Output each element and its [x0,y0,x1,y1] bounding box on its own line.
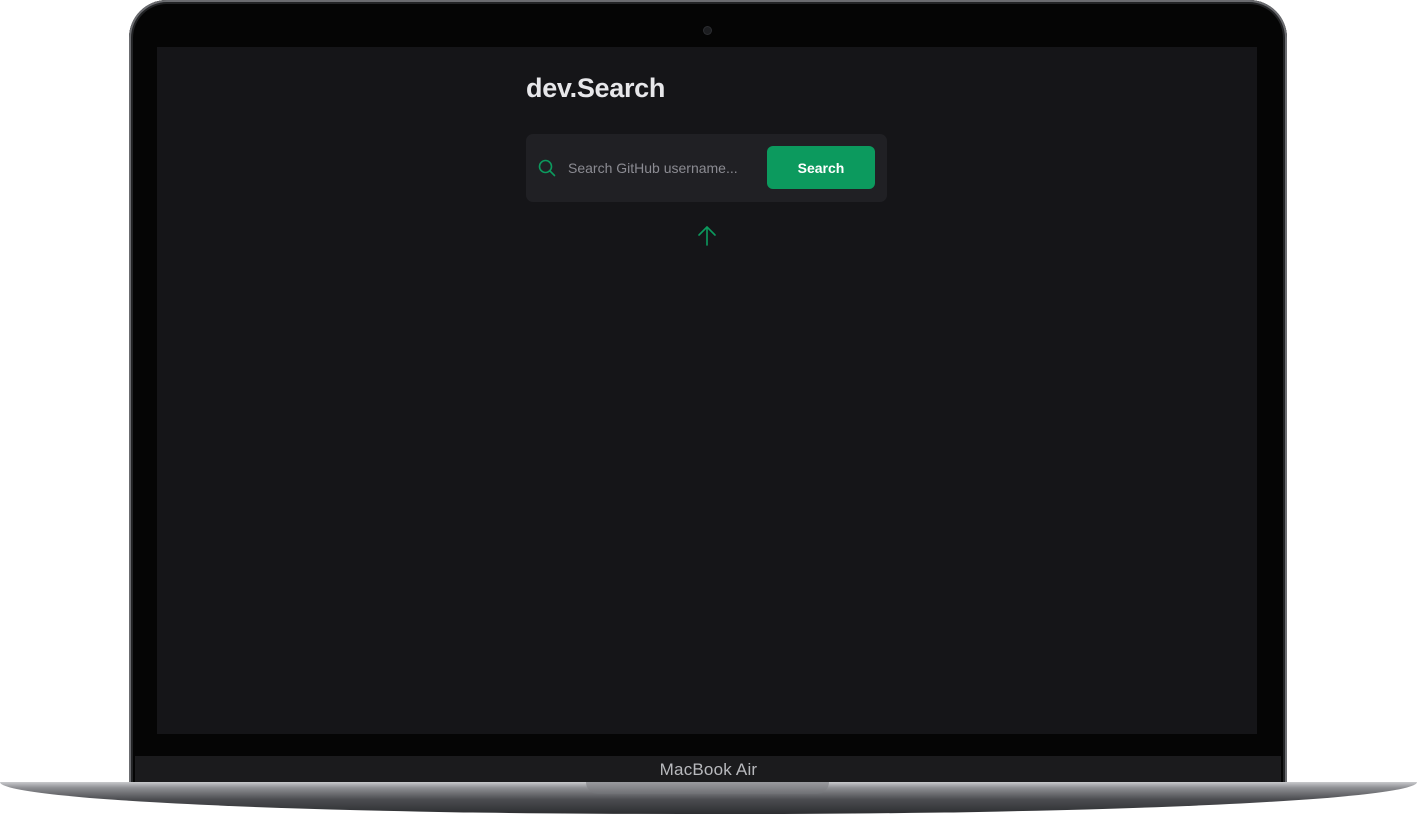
laptop-mockup: dev.Search Search MacBook Air [0,0,1417,814]
search-icon [538,159,556,177]
webcam [704,27,711,34]
search-bar: Search [526,134,887,202]
search-button[interactable]: Search [767,146,875,189]
app-screen: dev.Search Search [157,47,1257,734]
device-label: MacBook Air [659,760,758,779]
search-input[interactable] [568,154,758,182]
app-title: dev.Search [526,73,666,103]
arrow-up-icon [696,224,718,248]
laptop-notch [586,782,829,794]
